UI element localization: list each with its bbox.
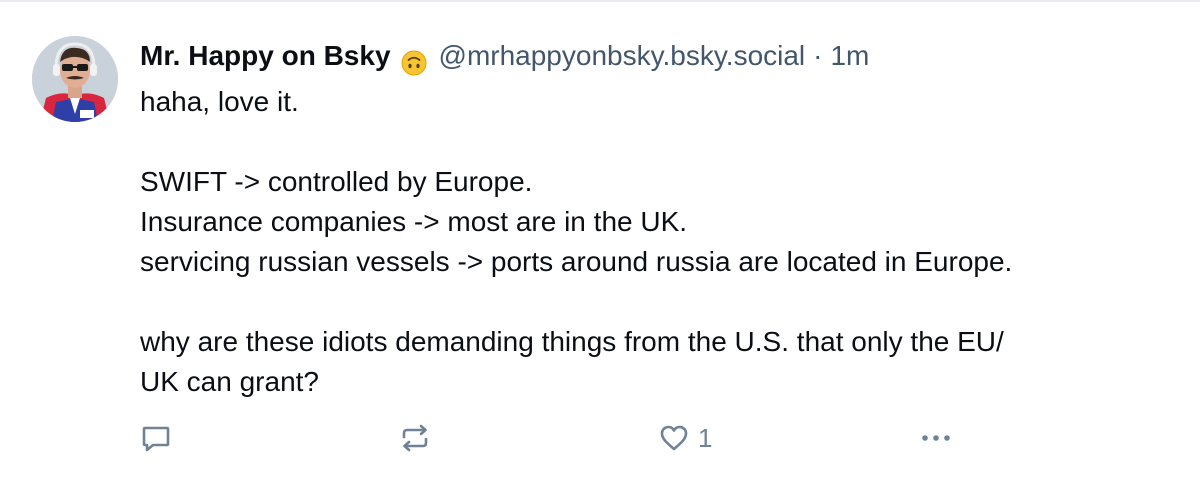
post[interactable]: Mr. Happy on Bsky @mrhappyonbsky.bsky.so… <box>0 0 1200 482</box>
post-text-line: Insurance companies -> most are in the U… <box>140 206 688 237</box>
handle[interactable]: @mrhappyonbsky.bsky.social <box>439 32 806 80</box>
reply-button[interactable] <box>140 418 172 458</box>
display-name[interactable]: Mr. Happy on Bsky <box>140 32 391 80</box>
post-text-line: servicing russian vessels -> ports aroun… <box>140 246 1013 277</box>
post-content: Mr. Happy on Bsky @mrhappyonbsky.bsky.so… <box>140 32 1170 402</box>
avatar[interactable] <box>32 36 118 122</box>
post-text-line: SWIFT -> controlled by Europe. <box>140 166 533 197</box>
upside-down-face-icon <box>401 43 427 76</box>
post-text: haha, love it. SWIFT -> controlled by Eu… <box>140 82 1170 402</box>
post-text-blank-line <box>140 122 1170 162</box>
more-options-button[interactable] <box>918 418 954 458</box>
like-count: 1 <box>698 422 713 453</box>
ellipsis-icon <box>918 422 954 454</box>
post-text-line: UK can grant? <box>140 366 319 397</box>
heart-icon <box>658 422 690 454</box>
post-header: Mr. Happy on Bsky @mrhappyonbsky.bsky.so… <box>140 32 1170 80</box>
repost-button[interactable] <box>398 418 432 458</box>
repost-arrows-icon <box>398 422 432 454</box>
separator-dot: · <box>813 40 823 71</box>
post-timestamp[interactable]: 1m <box>830 32 869 80</box>
speech-bubble-icon <box>140 422 172 454</box>
post-text-line: haha, love it. <box>140 86 299 117</box>
like-button[interactable]: 1 <box>658 418 712 458</box>
post-text-blank-line <box>140 282 1170 322</box>
post-actions: 1 <box>140 418 960 458</box>
post-text-line: why are these idiots demanding things fr… <box>140 326 1004 357</box>
